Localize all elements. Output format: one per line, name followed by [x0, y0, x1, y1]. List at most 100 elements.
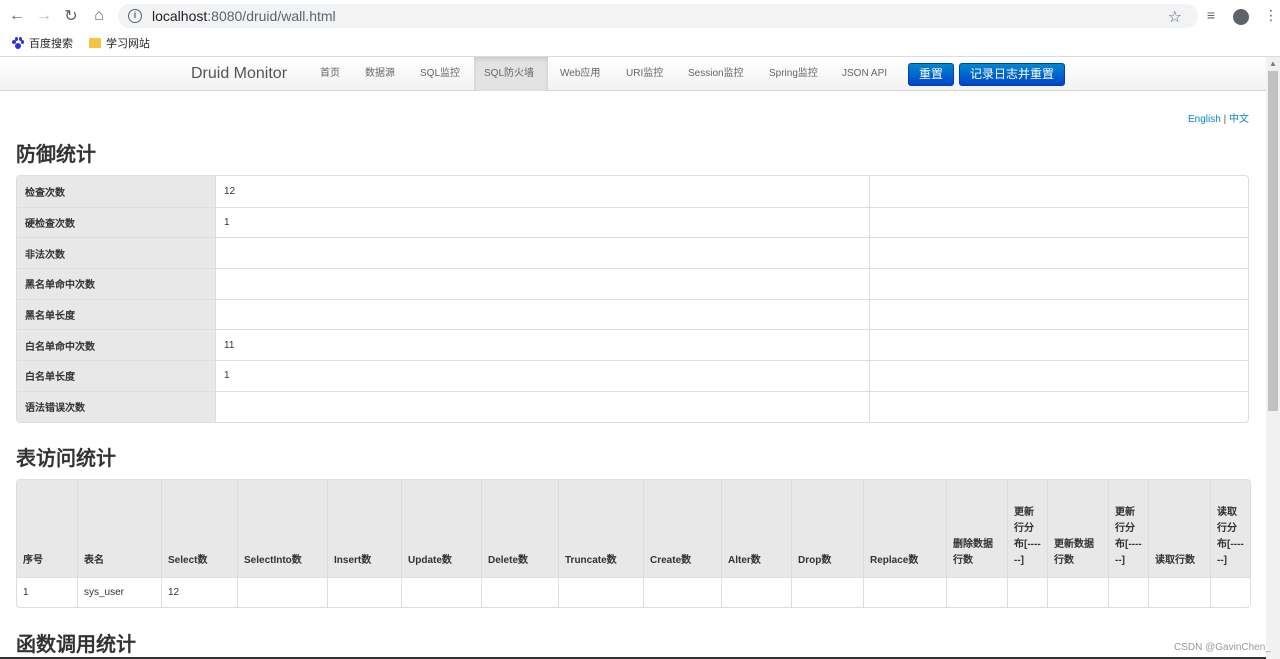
- lang-english-link[interactable]: English: [1188, 114, 1221, 125]
- table-cell: [558, 577, 643, 607]
- table-row: 非法次数: [17, 237, 1248, 269]
- column-header[interactable]: 读取行分布[------]: [1210, 480, 1250, 577]
- stat-label: 非法次数: [17, 237, 215, 269]
- column-header[interactable]: 表名: [77, 480, 161, 577]
- function-stats-title: 函数调用统计: [16, 634, 136, 656]
- table-row: 黑名单命中次数: [17, 268, 1248, 299]
- column-header[interactable]: 删除数据行数: [946, 480, 1007, 577]
- column-header[interactable]: 更新数据行数: [1047, 480, 1108, 577]
- table-cell: [401, 577, 481, 607]
- table-row: 语法错误次数: [17, 390, 1248, 422]
- nav-web-app[interactable]: Web应用: [550, 57, 610, 91]
- table-cell: [946, 577, 1007, 607]
- bookmark-label: 百度搜索: [29, 38, 73, 50]
- bookmark-study-folder[interactable]: 学习网站: [89, 35, 150, 51]
- stat-value: 1: [215, 360, 869, 391]
- column-header[interactable]: SelectInto数: [237, 480, 327, 577]
- table-cell: [643, 577, 721, 607]
- table-cell: [863, 577, 946, 607]
- column-header[interactable]: Insert数: [327, 480, 401, 577]
- stat-label: 语法错误次数: [17, 390, 215, 422]
- stat-extra: [869, 360, 1248, 391]
- lang-separator: |: [1223, 114, 1227, 125]
- lang-chinese-link[interactable]: 中文: [1229, 114, 1249, 125]
- table-cell: [1047, 577, 1108, 607]
- nav-home[interactable]: 首页: [310, 57, 350, 91]
- bookmark-label: 学习网站: [106, 38, 150, 50]
- bookmarks-bar: 百度搜索 学习网站: [0, 32, 1280, 54]
- table-cell: [481, 577, 558, 607]
- table-cell: [1148, 577, 1210, 607]
- bookmark-star-icon[interactable]: ☆: [1168, 7, 1182, 27]
- back-icon[interactable]: ←: [4, 3, 30, 29]
- table-row: 硬检查次数 1: [17, 206, 1248, 238]
- column-header[interactable]: Create数: [643, 480, 721, 577]
- table-cell: [327, 577, 401, 607]
- folder-icon: [89, 38, 101, 48]
- table-cell: sys_user: [77, 577, 161, 607]
- reload-icon[interactable]: ↻: [58, 3, 84, 29]
- stat-extra: [869, 298, 1248, 330]
- stat-extra: [869, 206, 1248, 238]
- log-and-reset-button[interactable]: 记录日志并重置: [959, 63, 1066, 86]
- column-header[interactable]: 更新行分布[------]: [1007, 480, 1047, 577]
- stat-extra: [869, 268, 1248, 299]
- table-row: 1 sys_user 12: [17, 577, 1250, 607]
- menu-icon[interactable]: ⋮: [1260, 4, 1280, 26]
- stat-extra: [869, 176, 1248, 207]
- column-header[interactable]: Delete数: [481, 480, 558, 577]
- table-row: 白名单长度 1: [17, 360, 1248, 391]
- defense-stats-title: 防御统计: [16, 144, 96, 166]
- stat-value: 12: [215, 176, 869, 207]
- reset-button[interactable]: 重置: [908, 63, 955, 86]
- druid-navbar: Druid Monitor 首页 数据源 SQL监控 SQL防火墙 Web应用 …: [0, 57, 1266, 91]
- stat-extra: [869, 390, 1248, 422]
- address-bar[interactable]: i localhost:8080/druid/wall.html ☆: [118, 4, 1198, 28]
- column-header[interactable]: Alter数: [721, 480, 791, 577]
- defense-stats-table: 检查次数 12 硬检查次数 1 非法次数 黑名单命中次数 黑名单长度 白名单命中次数…: [16, 175, 1249, 423]
- stat-value: [215, 237, 869, 269]
- scroll-up-arrow-icon[interactable]: ▲: [1266, 57, 1280, 71]
- table-cell: 1: [17, 577, 77, 607]
- media-control-icon[interactable]: ≡: [1200, 4, 1222, 26]
- table-cell: [1007, 577, 1047, 607]
- column-header[interactable]: Update数: [401, 480, 481, 577]
- nav-sql-monitor[interactable]: SQL监控: [410, 57, 470, 91]
- table-access-title: 表访问统计: [16, 448, 116, 470]
- brand-title[interactable]: Druid Monitor: [191, 65, 287, 83]
- page-scrollbar[interactable]: ▲: [1266, 57, 1280, 659]
- stat-value: [215, 298, 869, 330]
- stat-label: 黑名单长度: [17, 298, 215, 330]
- table-access-table: 序号 表名 Select数 SelectInto数 Insert数 Update…: [16, 479, 1251, 608]
- url-text: localhost:8080/druid/wall.html: [152, 8, 336, 24]
- column-header[interactable]: Replace数: [863, 480, 946, 577]
- table-header-row: 序号 表名 Select数 SelectInto数 Insert数 Update…: [17, 480, 1250, 577]
- scroll-thumb[interactable]: [1268, 71, 1278, 411]
- stat-label: 白名单长度: [17, 360, 215, 391]
- nav-spring-monitor[interactable]: Spring监控: [759, 57, 828, 91]
- nav-json-api[interactable]: JSON API: [832, 57, 897, 91]
- table-cell: [721, 577, 791, 607]
- column-header[interactable]: Select数: [161, 480, 237, 577]
- nav-sql-firewall[interactable]: SQL防火墙: [474, 57, 548, 91]
- bookmark-baidu[interactable]: 百度搜索: [12, 35, 73, 51]
- forward-icon[interactable]: →: [31, 3, 57, 29]
- nav-datasource[interactable]: 数据源: [355, 57, 405, 91]
- stat-extra: [869, 237, 1248, 269]
- stat-label: 检查次数: [17, 176, 215, 207]
- site-info-icon[interactable]: i: [128, 9, 142, 23]
- home-icon[interactable]: ⌂: [86, 3, 112, 29]
- column-header[interactable]: 序号: [17, 480, 77, 577]
- nav-session-monitor[interactable]: Session监控: [678, 57, 754, 91]
- profile-icon[interactable]: [1230, 4, 1252, 26]
- column-header[interactable]: Drop数: [791, 480, 863, 577]
- column-header[interactable]: 更新行分布[------]: [1108, 480, 1148, 577]
- table-cell: [237, 577, 327, 607]
- table-cell: [791, 577, 863, 607]
- table-cell: [1108, 577, 1148, 607]
- browser-toolbar: ← → ↻ ⌂ i localhost:8080/druid/wall.html…: [0, 0, 1280, 32]
- nav-uri-monitor[interactable]: URI监控: [616, 57, 673, 91]
- column-header[interactable]: Truncate数: [558, 480, 643, 577]
- stat-label: 硬检查次数: [17, 206, 215, 238]
- column-header[interactable]: 读取行数: [1148, 480, 1210, 577]
